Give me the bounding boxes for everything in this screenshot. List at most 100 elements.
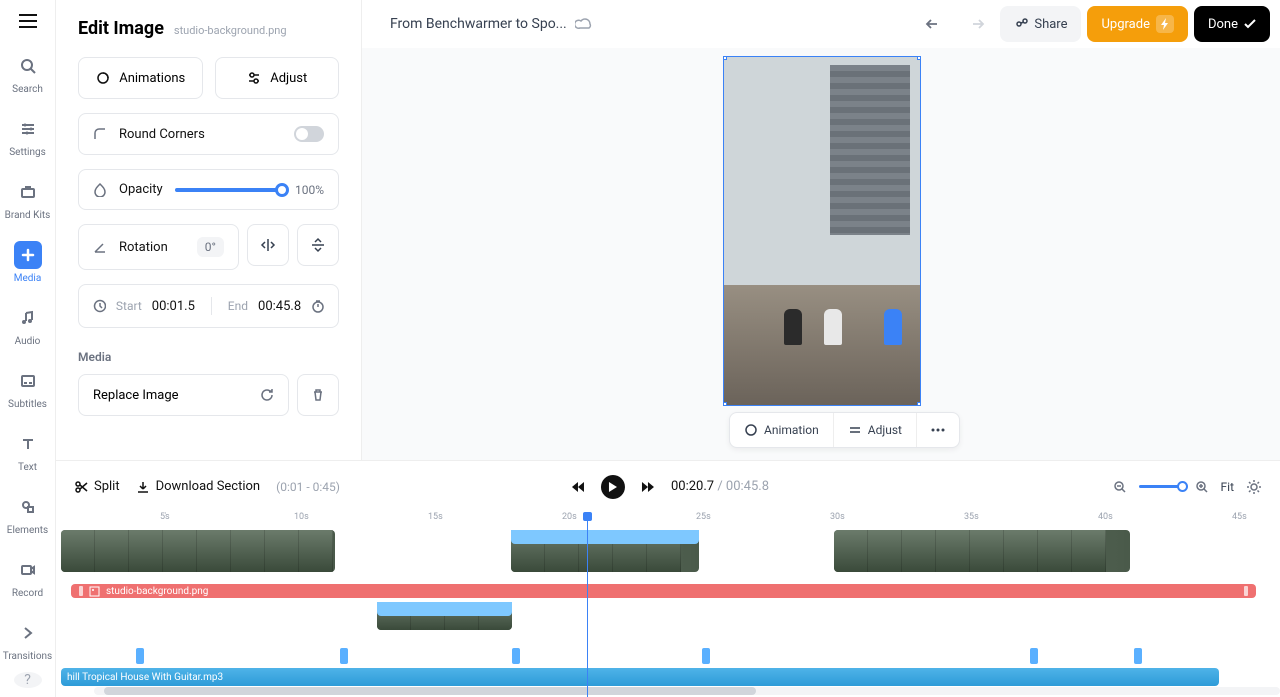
rail-settings[interactable]: Settings bbox=[0, 105, 56, 168]
round-corners-toggle[interactable] bbox=[294, 126, 324, 142]
briefcase-icon bbox=[14, 178, 42, 206]
ctx-animation-button[interactable]: Animation bbox=[730, 413, 833, 447]
undo-button[interactable] bbox=[916, 6, 952, 42]
rail-transitions[interactable]: Transitions bbox=[0, 609, 56, 672]
timeline-scrollbar[interactable] bbox=[94, 687, 1280, 695]
timeline-marker[interactable] bbox=[702, 648, 710, 664]
timeline-ruler[interactable]: 5s 10s 15s 20s 25s 30s 35s 40s 45s bbox=[56, 512, 1280, 526]
animations-tab[interactable]: Animations bbox=[78, 57, 203, 99]
topbar: From Benchwarmer to Spo... Share Upgrade… bbox=[362, 0, 1280, 48]
preview-frame[interactable] bbox=[723, 56, 921, 406]
rail-brand-kits[interactable]: Brand Kits bbox=[0, 168, 56, 231]
refresh-icon bbox=[260, 388, 274, 402]
fit-button[interactable]: Fit bbox=[1221, 480, 1234, 494]
adjust-icon bbox=[848, 423, 862, 437]
playhead[interactable] bbox=[587, 512, 588, 697]
menu-icon[interactable] bbox=[14, 14, 42, 28]
download-range: (0:01 - 0:45) bbox=[276, 480, 340, 494]
timeline-marker[interactable] bbox=[340, 648, 348, 664]
sliders-icon bbox=[14, 115, 42, 143]
image-track[interactable]: studio-background.png bbox=[56, 584, 1280, 598]
video-clip[interactable] bbox=[61, 530, 335, 572]
corner-icon bbox=[93, 127, 107, 141]
opacity-icon bbox=[93, 183, 107, 197]
share-button[interactable]: Share bbox=[1000, 6, 1081, 42]
subtitles-icon bbox=[14, 367, 42, 395]
replace-image-button[interactable]: Replace Image bbox=[78, 374, 289, 416]
more-icon bbox=[931, 428, 945, 432]
timeline-marker[interactable] bbox=[1134, 648, 1142, 664]
zoom-in-icon[interactable] bbox=[1195, 480, 1209, 494]
rotation-value[interactable]: 0° bbox=[197, 237, 224, 257]
shapes-icon bbox=[14, 493, 42, 521]
timeline-marker[interactable] bbox=[1030, 648, 1038, 664]
redo-button[interactable] bbox=[958, 6, 994, 42]
animation-icon bbox=[744, 423, 758, 437]
opacity-slider[interactable] bbox=[175, 188, 283, 192]
clip-selection[interactable] bbox=[377, 602, 512, 616]
timeline[interactable]: 5s 10s 15s 20s 25s 30s 35s 40s 45s studi… bbox=[56, 512, 1280, 697]
zoom-out-icon[interactable] bbox=[1113, 480, 1127, 494]
end-time[interactable]: 00:45.8 bbox=[258, 299, 301, 314]
timeline-marker[interactable] bbox=[512, 648, 520, 664]
edit-panel: Edit Image studio-background.png Animati… bbox=[56, 0, 362, 460]
delete-image-button[interactable] bbox=[297, 374, 339, 416]
rail-text[interactable]: Text bbox=[0, 420, 56, 483]
context-toolbar: Animation Adjust bbox=[729, 412, 960, 448]
ctx-adjust-button[interactable]: Adjust bbox=[833, 413, 916, 447]
rewind-button[interactable] bbox=[567, 476, 589, 498]
image-icon bbox=[89, 586, 100, 597]
angle-icon bbox=[93, 240, 107, 254]
start-time[interactable]: 00:01.5 bbox=[152, 299, 195, 314]
text-icon bbox=[14, 430, 42, 458]
rail-elements[interactable]: Elements bbox=[0, 483, 56, 546]
flip-vertical-button[interactable] bbox=[297, 224, 339, 266]
video-clip[interactable] bbox=[834, 530, 1130, 572]
video-track-1[interactable] bbox=[56, 530, 1280, 572]
play-button[interactable] bbox=[601, 475, 625, 499]
flip-h-icon bbox=[260, 237, 276, 253]
settings-icon[interactable] bbox=[1246, 479, 1262, 495]
clip-grip-left[interactable] bbox=[79, 586, 83, 596]
rail-media[interactable]: Media bbox=[0, 231, 56, 294]
help-icon[interactable]: ? bbox=[14, 672, 42, 688]
opacity-row: Opacity 100% bbox=[78, 169, 339, 210]
upgrade-button[interactable]: Upgrade bbox=[1087, 6, 1187, 42]
download-section-button[interactable]: Download Section bbox=[136, 479, 261, 494]
share-icon bbox=[1014, 17, 1028, 31]
rail-audio[interactable]: Audio bbox=[0, 294, 56, 357]
round-corners-row: Round Corners bbox=[78, 113, 339, 155]
left-rail: Search Settings Brand Kits Media Audio S… bbox=[0, 0, 56, 697]
ctx-more-button[interactable] bbox=[916, 413, 959, 447]
media-section-label: Media bbox=[78, 350, 339, 364]
forward-button[interactable] bbox=[637, 476, 659, 498]
preview-area[interactable]: Animation Adjust bbox=[362, 48, 1280, 460]
camera-icon bbox=[14, 556, 42, 584]
image-clip[interactable]: studio-background.png bbox=[71, 584, 1256, 598]
split-button[interactable]: Split bbox=[74, 479, 120, 494]
timeline-marker[interactable] bbox=[136, 648, 144, 664]
scrollbar-thumb[interactable] bbox=[104, 687, 756, 695]
search-icon bbox=[14, 52, 42, 80]
marker-track[interactable] bbox=[56, 648, 1280, 666]
stopwatch-icon[interactable] bbox=[311, 299, 324, 313]
animations-icon bbox=[95, 70, 111, 86]
done-button[interactable]: Done bbox=[1194, 6, 1270, 42]
music-icon bbox=[14, 304, 42, 332]
rotation-row: Rotation 0° bbox=[78, 224, 239, 270]
cloud-sync-icon[interactable] bbox=[575, 17, 593, 31]
project-title[interactable]: From Benchwarmer to Spo... bbox=[390, 16, 567, 32]
audio-clip[interactable]: hill Tropical House With Guitar.mp3 bbox=[61, 668, 1219, 686]
rail-subtitles[interactable]: Subtitles bbox=[0, 357, 56, 420]
rail-record[interactable]: Record bbox=[0, 546, 56, 609]
flip-horizontal-button[interactable] bbox=[247, 224, 289, 266]
video-track-2[interactable] bbox=[56, 602, 1280, 644]
playback-time: 00:20.7 / 00:45.8 bbox=[671, 479, 769, 494]
panel-title: Edit Image bbox=[78, 18, 164, 39]
adjust-tab[interactable]: Adjust bbox=[215, 57, 340, 99]
rail-search[interactable]: Search bbox=[0, 42, 56, 105]
clip-grip-right[interactable] bbox=[1244, 586, 1248, 596]
zoom-slider[interactable] bbox=[1139, 485, 1183, 488]
clip-selection[interactable] bbox=[511, 530, 699, 544]
audio-track[interactable]: hill Tropical House With Guitar.mp3 bbox=[56, 668, 1280, 686]
